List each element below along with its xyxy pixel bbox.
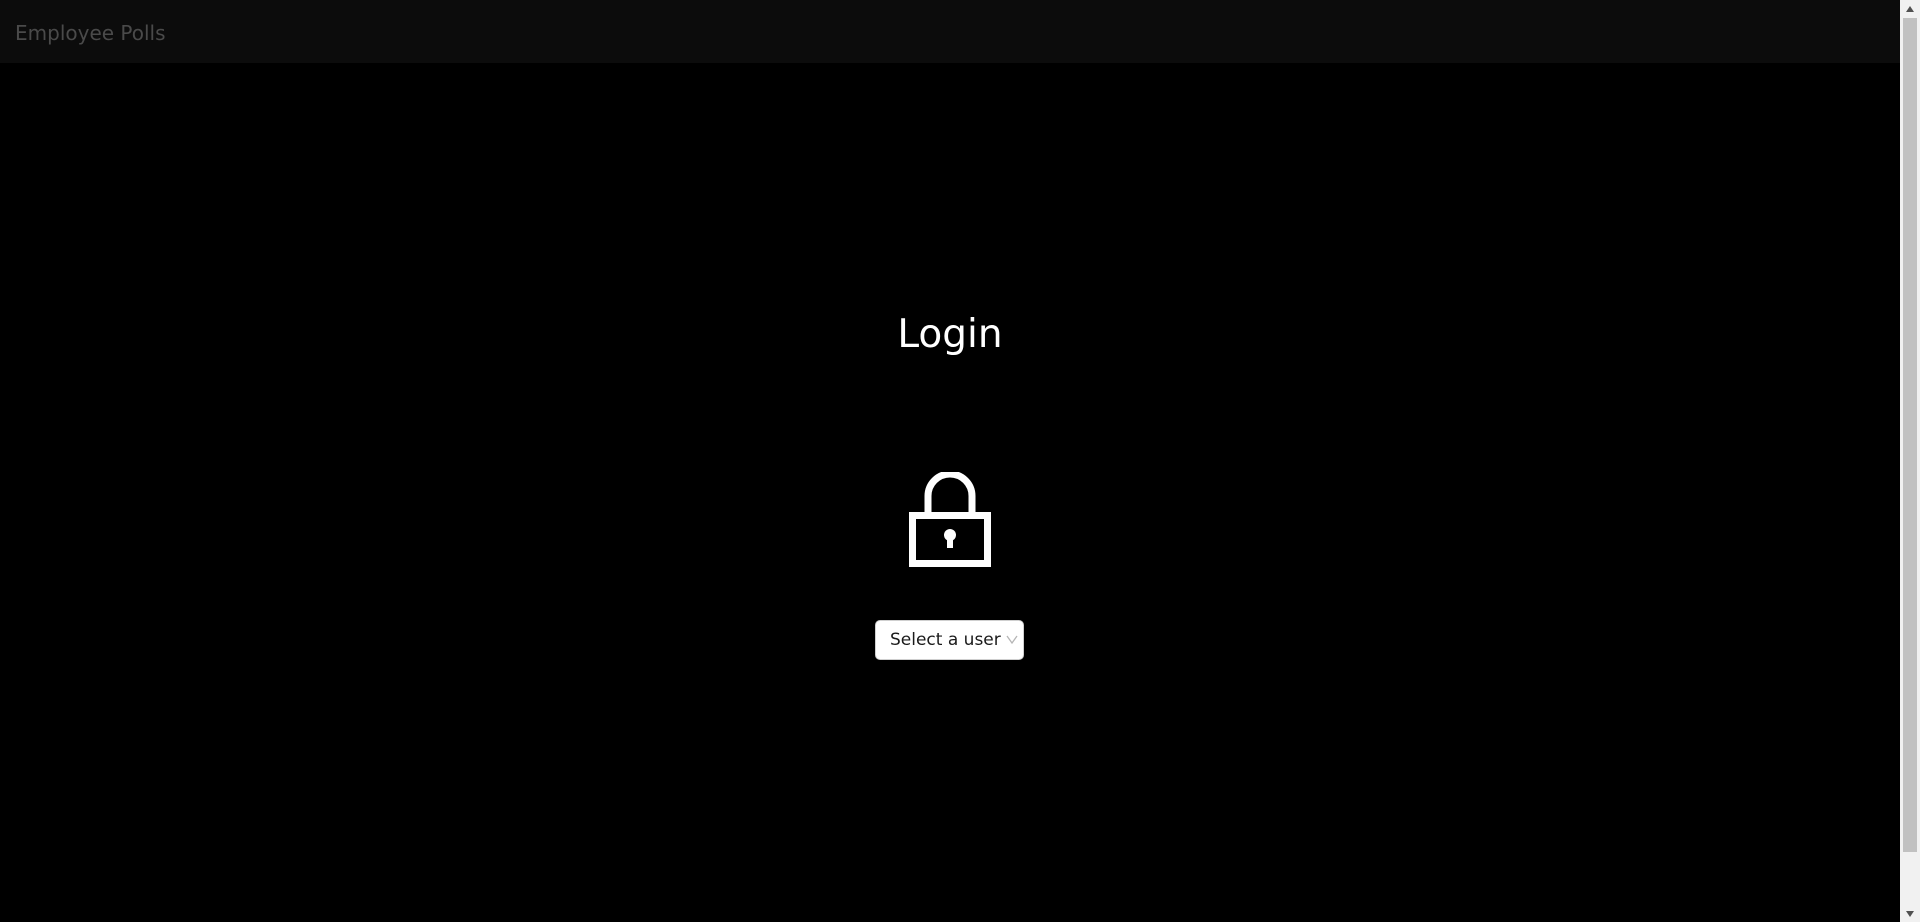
scroll-down-arrow-icon[interactable] xyxy=(1900,905,1920,922)
scroll-up-arrow-icon[interactable] xyxy=(1900,0,1920,17)
user-select[interactable]: Select a user xyxy=(875,620,1024,660)
page-title: Login xyxy=(897,312,1003,357)
vertical-scrollbar[interactable] xyxy=(1900,0,1920,922)
chevron-down-icon xyxy=(1005,630,1019,650)
app-root: Employee Polls Login Select a user xyxy=(0,0,1900,922)
lock-icon xyxy=(908,472,992,568)
scrollbar-thumb[interactable] xyxy=(1903,18,1917,852)
top-navbar: Employee Polls xyxy=(0,0,1900,63)
user-select-label: Select a user xyxy=(890,630,1001,650)
brand-link[interactable]: Employee Polls xyxy=(15,0,166,66)
